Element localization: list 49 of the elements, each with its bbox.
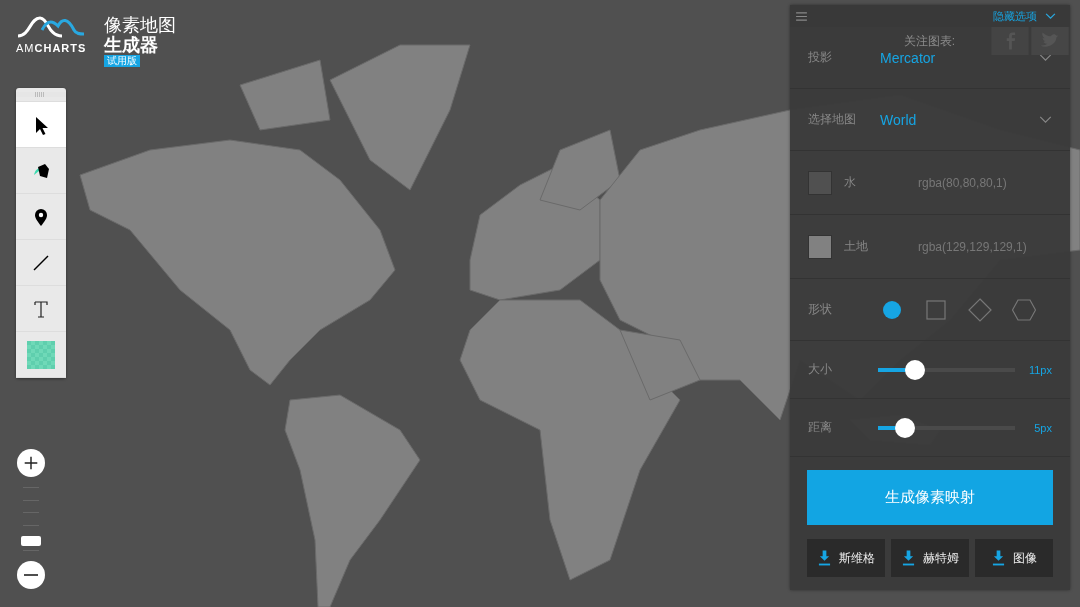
map-label: 选择地图 (808, 111, 857, 128)
download-button[interactable]: 图像 (975, 539, 1053, 577)
color-value-field[interactable]: rgba(129,129,129,1) (918, 239, 1027, 254)
download-icon (991, 550, 1005, 566)
plus-icon (22, 454, 40, 472)
shape-label: 形状 (808, 301, 833, 318)
slider-thumb[interactable] (895, 417, 916, 438)
square-icon[interactable] (924, 297, 948, 322)
projection-label: 投影 (808, 49, 833, 66)
color-label: 土地 (844, 238, 869, 255)
brand-wordmark: AMCHARTS (16, 42, 87, 54)
tool-button[interactable] (16, 148, 66, 194)
color-label: 水 (844, 174, 857, 191)
follow-label: 关注图表: (903, 32, 955, 50)
hexagon-icon[interactable] (1012, 297, 1036, 322)
menu-icon[interactable] (796, 11, 807, 21)
download-icon (817, 550, 831, 566)
logo-icon (16, 16, 87, 38)
color-swatch[interactable] (808, 234, 832, 259)
slider-label: 大小 (808, 361, 833, 378)
color-value-field[interactable]: rgba(80,80,80,1) (918, 175, 1007, 190)
line-tool-icon (31, 252, 51, 273)
chevron-down-icon (1039, 116, 1052, 123)
diamond-icon[interactable] (968, 297, 992, 322)
download-button[interactable]: 斯维格 (807, 539, 885, 577)
zoom-in-button[interactable] (17, 449, 45, 477)
slider-label: 距离 (808, 419, 833, 436)
hide-options-button[interactable]: 隐藏选项 (993, 8, 1056, 24)
download-icon (901, 550, 915, 566)
zoom-out-button[interactable] (17, 561, 45, 589)
generate-button[interactable]: 生成像素映射 (807, 470, 1053, 525)
zoom-slider-handle[interactable] (21, 536, 41, 547)
text-tool-icon (31, 298, 51, 319)
download-button[interactable]: 赫特姆 (891, 539, 969, 577)
app-title: 像素地图 (104, 16, 177, 34)
color-swatch[interactable] (808, 170, 832, 195)
tool-button[interactable] (16, 102, 66, 148)
trial-badge: 试用版 (104, 55, 141, 67)
minus-icon (24, 574, 38, 576)
slider-thumb[interactable] (905, 359, 925, 380)
chevron-down-icon (1039, 54, 1052, 61)
map-dropdown[interactable]: World (880, 111, 1052, 128)
app-subtitle: 生成器 (104, 36, 159, 54)
tool-button[interactable] (16, 194, 66, 240)
chevron-down-icon (1045, 12, 1056, 20)
slider-value: 11px (1028, 363, 1052, 376)
slider-value: 5px (1034, 421, 1052, 434)
projection-dropdown[interactable]: Mercator (880, 49, 1052, 66)
color-swatch-icon (27, 340, 55, 369)
